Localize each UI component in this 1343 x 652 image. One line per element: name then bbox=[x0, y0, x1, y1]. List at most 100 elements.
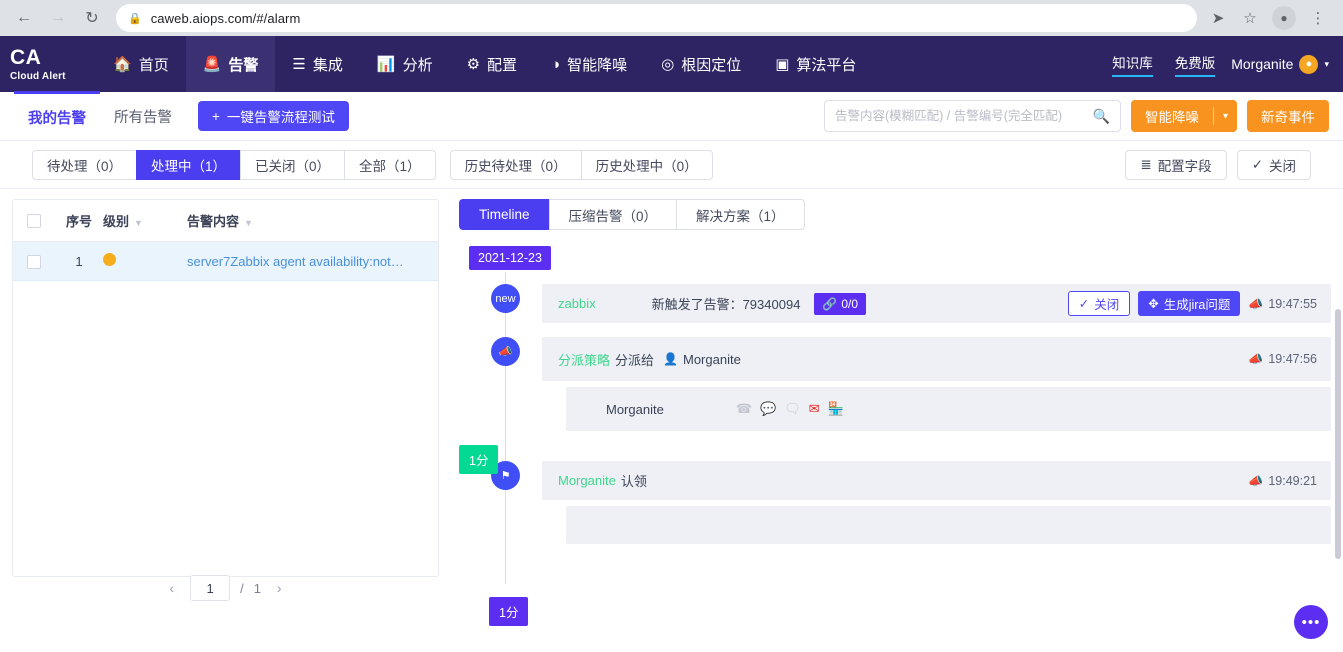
star-icon[interactable]: ☆ bbox=[1235, 4, 1265, 32]
noise-icon: ◑ bbox=[551, 55, 561, 73]
nav-item-alarm-label: 告警 bbox=[228, 56, 259, 74]
nav-item-config[interactable]: ⚙ 配置 bbox=[450, 36, 534, 92]
alarm-flow-test-label: 一键告警流程测试 bbox=[226, 110, 335, 125]
configure-fields-label: 配置字段 bbox=[1157, 158, 1212, 174]
configure-fields-button[interactable]: ≣ 配置字段 bbox=[1125, 149, 1227, 180]
event-text: 新触发了告警：79340094 bbox=[651, 297, 801, 312]
filter-tab-pending[interactable]: 待处理（0） bbox=[32, 149, 137, 180]
pagination-page-input[interactable] bbox=[190, 575, 231, 601]
tab-timeline[interactable]: Timeline bbox=[459, 199, 549, 230]
create-jira-issue-button[interactable]: ✥ 生成jira问题 bbox=[1138, 291, 1241, 316]
email-icon: ✉ bbox=[808, 401, 820, 416]
novel-event-button[interactable]: 新奇事件 bbox=[1247, 100, 1329, 132]
event-source[interactable]: zabbix bbox=[558, 296, 596, 311]
nav-item-alarm[interactable]: 🚨 告警 bbox=[185, 36, 276, 92]
nav-item-home[interactable]: 🏠 首页 bbox=[96, 36, 186, 92]
nav-item-noise-reduction[interactable]: ◑ 智能降噪 bbox=[534, 36, 644, 92]
duration-chip-purple: 1分 bbox=[489, 597, 529, 626]
phone-icon: ☎ bbox=[735, 401, 753, 416]
filter-tab-history-pending[interactable]: 历史待处理（0） bbox=[449, 149, 581, 180]
user-name: Morganite bbox=[1231, 56, 1294, 72]
claim-actor[interactable]: Morganite bbox=[558, 473, 616, 488]
nav-item-integration-label: 集成 bbox=[312, 56, 343, 74]
filter-tab-all[interactable]: 全部（1） bbox=[344, 149, 436, 180]
nav-link-knowledge-base[interactable]: 知识库 bbox=[1112, 52, 1153, 77]
sub-toolbar: 我的告警 所有告警 + 一键告警流程测试 🔍 智能降噪 ▾ 新奇事件 bbox=[0, 91, 1343, 141]
chevron-down-icon[interactable]: ▾ bbox=[1214, 111, 1237, 122]
filter-tab-history-processing[interactable]: 历史处理中（0） bbox=[580, 149, 713, 180]
pagination-separator: / bbox=[240, 580, 244, 596]
create-jira-issue-label: 生成jira问题 bbox=[1163, 298, 1231, 312]
send-icon[interactable]: ➤ bbox=[1203, 4, 1233, 32]
kebab-menu-icon[interactable]: ⋮ bbox=[1303, 4, 1333, 32]
bar-chart-icon: 📊 bbox=[376, 56, 396, 73]
megaphone-icon: 📣 bbox=[1248, 352, 1264, 366]
pagination-prev-button[interactable]: ‹ bbox=[163, 578, 180, 598]
timeline-event-card: zabbix 新触发了告警：79340094 🔗 0/0 ✓ 关闭 ✥ 生成ji… bbox=[542, 284, 1331, 323]
person-icon: 👤 bbox=[663, 352, 678, 366]
nav-link-free-edition[interactable]: 免费版 bbox=[1174, 52, 1216, 77]
link-count-label: 0/0 bbox=[841, 296, 859, 311]
browser-back-button[interactable]: ← bbox=[10, 4, 38, 32]
claim-action: 认领 bbox=[620, 474, 647, 489]
user-menu[interactable]: Morganite ● ▾ bbox=[1231, 36, 1343, 92]
target-icon: ◎ bbox=[661, 56, 675, 73]
brand-line-2: Cloud Alert bbox=[10, 70, 66, 82]
alarm-content-link[interactable]: server7Zabbix agent availability:not… bbox=[187, 254, 404, 269]
nav-item-integration[interactable]: ☰ 集成 bbox=[275, 36, 359, 92]
dingtalk-icon: 🏪 bbox=[827, 401, 844, 416]
filter-icon[interactable]: ▼ bbox=[244, 218, 253, 228]
nav-item-root-cause[interactable]: ◎ 根因定位 bbox=[644, 36, 758, 92]
wechat-icon: 🗨 bbox=[784, 401, 801, 416]
event-timestamp: 📣 19:47:56 bbox=[1248, 352, 1317, 366]
timeline-panel: Timeline 压缩告警（0） 解决方案（1） 2021-12-23 new … bbox=[459, 199, 1341, 633]
nav-item-config-label: 配置 bbox=[487, 56, 518, 74]
column-header-level-label: 级别 bbox=[103, 214, 130, 229]
select-all-checkbox[interactable] bbox=[27, 214, 41, 229]
browser-reload-button[interactable]: ↻ bbox=[78, 4, 106, 32]
chat-widget[interactable]: ••• bbox=[1291, 602, 1331, 642]
filter-tab-closed[interactable]: 已关闭（0） bbox=[240, 149, 345, 180]
event-close-label: 关闭 bbox=[1094, 298, 1120, 312]
timeline-event-assign: 📣 分派策略 分派给 👤 Morganite 📣 19:47:56 bbox=[459, 337, 1331, 381]
alarm-table: 序号 级别 ▼ 告警内容 ▼ 1 server7Zabbix agent ava… bbox=[13, 200, 438, 281]
filter-icon[interactable]: ▼ bbox=[134, 218, 143, 228]
table-row[interactable]: 1 server7Zabbix agent availability:not… bbox=[13, 241, 438, 281]
search-icon[interactable]: 🔍 bbox=[1093, 108, 1110, 125]
alarm-flow-test-button[interactable]: + 一键告警流程测试 bbox=[198, 101, 349, 131]
link-icon: 🔗 bbox=[822, 296, 838, 311]
row-content-cell: server7Zabbix agent availability:not… bbox=[187, 241, 438, 281]
nav-item-analysis[interactable]: 📊 分析 bbox=[360, 36, 450, 92]
table-header-row: 序号 级别 ▼ 告警内容 ▼ bbox=[13, 200, 438, 242]
tab-solutions[interactable]: 解决方案（1） bbox=[676, 199, 805, 230]
close-button[interactable]: ✓ 关闭 bbox=[1236, 149, 1311, 180]
subtab-my-alarms[interactable]: 我的告警 bbox=[14, 91, 100, 140]
tab-compressed-alarms[interactable]: 压缩告警（0） bbox=[548, 199, 677, 230]
nav-item-algorithm-label: 算法平台 bbox=[796, 56, 857, 74]
noise-reduction-button[interactable]: 智能降噪 ▾ bbox=[1130, 100, 1237, 132]
filter-tab-processing[interactable]: 处理中（1） bbox=[136, 149, 241, 180]
vertical-scrollbar[interactable] bbox=[1335, 309, 1341, 559]
search-box[interactable]: 🔍 bbox=[823, 100, 1121, 132]
subtab-all-alarms[interactable]: 所有告警 bbox=[100, 92, 186, 141]
novel-event-label: 新奇事件 bbox=[1261, 110, 1315, 125]
link-count-chip[interactable]: 🔗 0/0 bbox=[814, 292, 867, 315]
browser-forward-button[interactable]: → bbox=[44, 4, 72, 32]
assignee-name: Morganite bbox=[682, 351, 741, 367]
status-filter-group: 待处理（0） 处理中（1） 已关闭（0） 全部（1） bbox=[32, 149, 436, 180]
nav-item-algorithm[interactable]: ▣ 算法平台 bbox=[758, 36, 873, 92]
row-checkbox[interactable] bbox=[27, 254, 41, 269]
address-bar[interactable]: 🔒 caweb.aiops.com/#/alarm bbox=[116, 4, 1197, 32]
search-input[interactable] bbox=[834, 109, 1087, 123]
alarm-bell-icon: 🚨 bbox=[202, 56, 222, 73]
pagination-next-button[interactable]: › bbox=[271, 578, 288, 598]
assign-policy[interactable]: 分派策略 bbox=[558, 350, 610, 369]
brand-logo: CA Cloud Alert bbox=[0, 36, 96, 92]
event-time-label: 19:49:21 bbox=[1268, 473, 1317, 488]
column-header-level: 级别 ▼ bbox=[103, 200, 187, 242]
pagination-total: 1 bbox=[253, 580, 261, 596]
event-close-button[interactable]: ✓ 关闭 bbox=[1067, 291, 1131, 316]
profile-icon[interactable]: ● bbox=[1272, 6, 1296, 30]
algorithm-icon: ▣ bbox=[775, 56, 790, 73]
duration-chip-green: 1分 bbox=[459, 445, 499, 474]
